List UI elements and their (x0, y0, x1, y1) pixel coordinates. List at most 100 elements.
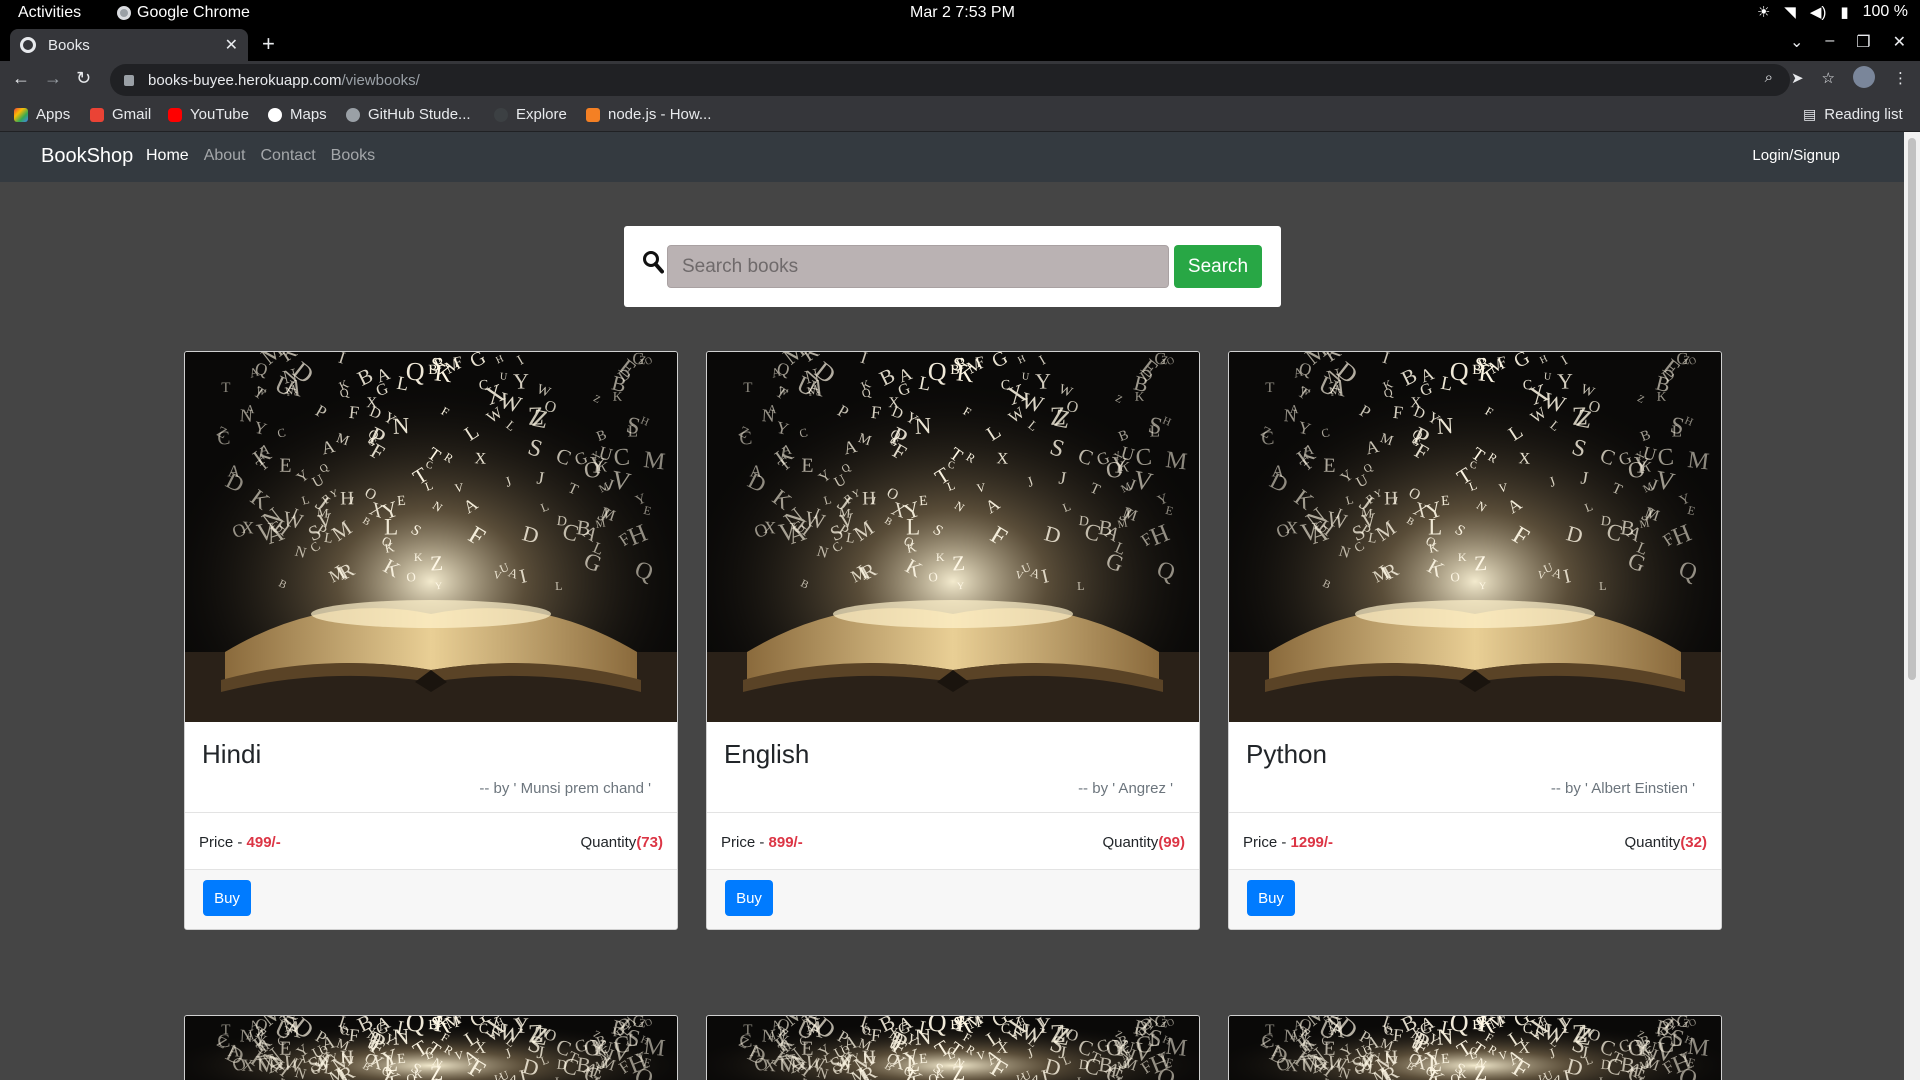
svg-text:K: K (1458, 1067, 1467, 1080)
bookmark-label: YouTube (190, 106, 249, 123)
card-footer: Buy (1229, 870, 1721, 929)
svg-text:A: A (1271, 461, 1285, 481)
book-cover-image: LKMMDOLUGKLQLGWQFYCMAWCDBDKTSWAXRZUVQLME… (185, 352, 677, 722)
svg-text:Z: Z (1049, 401, 1066, 431)
svg-text:F: F (1392, 402, 1404, 423)
book-author: -- by ' Munsi prem chand ' (479, 780, 651, 797)
tab-search-icon[interactable]: ⌄ (1790, 32, 1803, 52)
back-icon[interactable]: ← (12, 68, 30, 89)
bookmark-github[interactable]: GitHub Stude... (346, 106, 471, 123)
svg-text:M: M (1164, 447, 1188, 475)
active-app-indicator[interactable]: Google Chrome (117, 4, 250, 22)
card-footer: Buy (707, 870, 1199, 929)
google-icon (268, 107, 282, 122)
svg-text:L: L (1599, 579, 1607, 593)
url-host: books-buyee.herokuapp.com (148, 71, 342, 89)
zoom-icon[interactable]: ⌕ (1765, 69, 1773, 88)
bookmark-explore[interactable]: Explore (494, 106, 567, 123)
buy-button[interactable]: Buy (725, 880, 773, 916)
page-scrollbar[interactable] (1904, 132, 1920, 1080)
forward-icon[interactable]: → (44, 68, 62, 89)
svg-text:E: E (919, 1052, 929, 1068)
svg-text:A: A (246, 402, 255, 416)
svg-text:H: H (340, 1047, 354, 1068)
svg-text:Y: Y (1035, 1016, 1051, 1038)
brightness-icon: ☀ (1756, 4, 1771, 21)
svg-text:Z: Z (527, 401, 544, 431)
login-signup-link[interactable]: Login/Signup (1752, 147, 1840, 164)
svg-text:O: O (406, 569, 417, 585)
svg-text:Y: Y (957, 581, 965, 592)
reload-icon[interactable]: ↻ (76, 68, 91, 89)
quantity-value: (32) (1680, 834, 1707, 851)
book-cover-image: LKMMDOLUGKLQLGWQFYCMAWCDBDKTSWAXRZUVQLME… (1229, 352, 1721, 722)
activities-button[interactable]: Activities (18, 4, 81, 22)
svg-text:G: G (1154, 1016, 1167, 1031)
tab-books[interactable]: Books ✕ (10, 29, 248, 61)
svg-text:C: C (1657, 444, 1675, 471)
menu-icon[interactable]: ⋮ (1893, 69, 1908, 88)
close-window-icon[interactable]: ✕ (1893, 32, 1906, 52)
bookmark-star-icon[interactable]: ☆ (1822, 69, 1835, 88)
svg-text:F: F (870, 402, 882, 423)
nav-contact[interactable]: Contact (261, 147, 316, 165)
svg-text:V: V (1536, 1073, 1546, 1080)
close-tab-icon[interactable]: ✕ (225, 35, 238, 55)
scrollbar-thumb[interactable] (1908, 138, 1916, 680)
brand-logo[interactable]: BookShop (41, 145, 133, 168)
tab-title: Books (48, 36, 90, 54)
svg-text:K: K (414, 550, 423, 564)
restore-icon[interactable]: ❐ (1856, 32, 1870, 52)
price-label: Price - (721, 834, 769, 851)
svg-text:Y: Y (588, 1035, 608, 1062)
svg-text:V: V (1014, 1073, 1024, 1080)
reading-list-label: Reading list (1824, 106, 1903, 123)
youtube-icon (168, 107, 182, 122)
book-card: LKMMDOLUGKLQLGWQFYCMAWCDBDKTSWAXRZUVQLME… (706, 351, 1200, 930)
bookmark-gmail[interactable]: Gmail (90, 106, 151, 123)
buy-button[interactable]: Buy (1247, 880, 1295, 916)
reading-list-icon: ▤ (1803, 106, 1817, 122)
web-page: BookShop Home About Contact Books Login/… (0, 132, 1904, 1080)
bookmark-node[interactable]: node.js - How... (586, 106, 711, 123)
address-bar[interactable]: books-buyee.herokuapp.com/viewbooks/ (110, 64, 1790, 96)
search-input[interactable] (667, 245, 1169, 288)
bookmark-maps[interactable]: Maps (268, 106, 327, 123)
price-value: 899/- (768, 834, 803, 851)
svg-text:A: A (246, 1028, 255, 1042)
system-tray[interactable]: ☀ ◥ ◀) ▮ 100 % (1757, 3, 1908, 21)
svg-text:H: H (862, 488, 876, 509)
book-price: Price - 1299/- (1243, 834, 1333, 851)
nav-about[interactable]: About (204, 147, 246, 165)
svg-text:Y: Y (513, 1016, 529, 1038)
svg-text:Y: Y (1110, 1035, 1130, 1062)
new-tab-button[interactable]: + (262, 31, 275, 57)
svg-text:O: O (928, 569, 939, 585)
search-button[interactable]: Search (1174, 245, 1262, 288)
profile-avatar[interactable] (1853, 66, 1875, 88)
bookmark-apps[interactable]: Apps (14, 106, 70, 123)
book-card-partial: LKMMDOLUGKLQLGWQFYCMAWCDBDKTSWAXRZUVQLME… (184, 1015, 678, 1080)
minimize-icon[interactable]: – (1825, 32, 1834, 52)
svg-text:G: G (1676, 1016, 1689, 1031)
nav-books[interactable]: Books (331, 147, 375, 165)
bookmark-youtube[interactable]: YouTube (168, 106, 249, 123)
svg-text:X: X (474, 450, 487, 468)
toolbar-icons: ⌕ ➤ ☆ ⋮ (1765, 66, 1908, 88)
card-footer: Buy (185, 870, 677, 929)
quantity-label: Quantity (1102, 834, 1159, 851)
clock[interactable]: Mar 2 7:53 PM (910, 4, 1015, 22)
reading-list[interactable]: ▤ Reading list (1803, 106, 1903, 123)
lock-icon[interactable] (124, 74, 134, 86)
nav-home[interactable]: Home (146, 147, 189, 165)
svg-text:X: X (996, 450, 1009, 468)
send-icon[interactable]: ➤ (1791, 69, 1804, 88)
svg-text:E: E (397, 494, 407, 510)
book-info-row: Price - 499/- Quantity(73) (185, 812, 677, 870)
svg-text:Y: Y (1632, 452, 1652, 479)
svg-text:Z: Z (1049, 1019, 1066, 1049)
battery-level: 100 % (1862, 3, 1908, 20)
svg-text:M: M (642, 447, 666, 475)
svg-text:M: M (1686, 447, 1710, 475)
buy-button[interactable]: Buy (203, 880, 251, 916)
